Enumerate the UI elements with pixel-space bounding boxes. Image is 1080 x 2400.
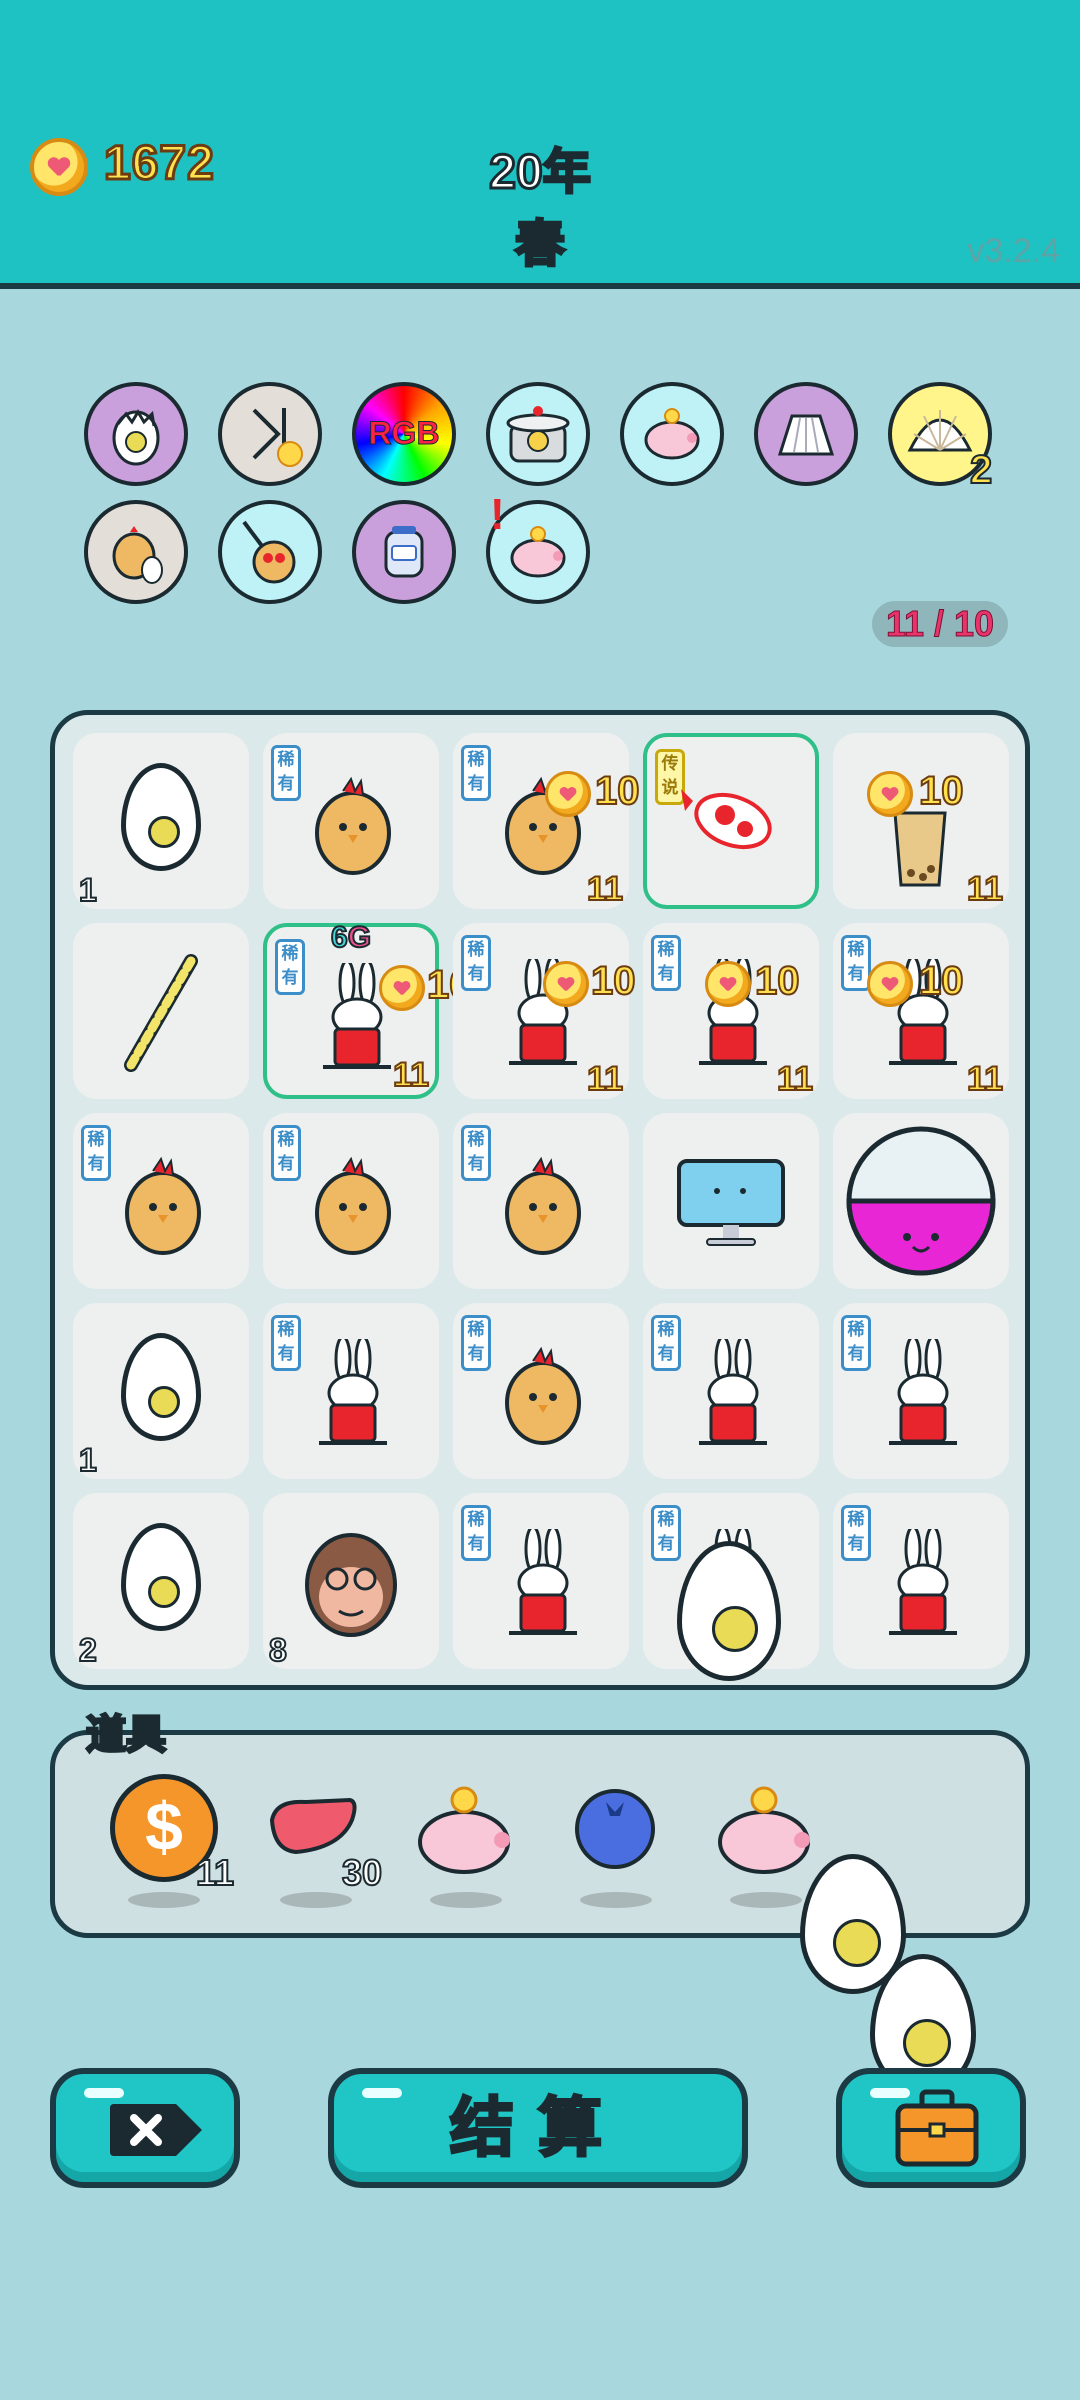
egg-count: 1 (78, 1441, 98, 1479)
slot-egg[interactable]: 1 (73, 1303, 249, 1479)
briefcase-icon (895, 2089, 979, 2167)
coin-bonus-value: 10 (590, 958, 636, 1004)
6g-label: 6G (330, 920, 372, 955)
slot-rabbit[interactable]: 稀有 10 11 (453, 923, 636, 1099)
settle-label: 结算 (449, 2091, 626, 2166)
slot-rabbit[interactable]: 稀有 (833, 1303, 1009, 1479)
relic-piggy-bank-icon[interactable] (620, 382, 724, 486)
piggy-bank-item-2-icon[interactable] (710, 1780, 820, 1880)
rare-tag: 稀有 (841, 1505, 871, 1561)
relic-chick-egg-icon[interactable] (84, 500, 188, 604)
season-label: 春 (514, 215, 567, 274)
slot-chicken[interactable]: 稀有 (453, 1303, 629, 1479)
coin-bonus-icon (867, 961, 913, 1007)
year-label: 20年 (488, 145, 592, 201)
coin-bonus-icon (867, 771, 913, 817)
items-title: 道具 (85, 1712, 168, 1759)
relic-rgb-icon[interactable]: RGB (352, 382, 456, 486)
relic-pot-chick-icon[interactable] (486, 382, 590, 486)
piggy-bank-item-icon[interactable] (410, 1780, 520, 1880)
slot-koi-fish[interactable]: 传说 (643, 733, 819, 909)
relic-counter: 11 / 10 (872, 601, 1008, 647)
slot-egg[interactable]: 2 (73, 1493, 249, 1669)
item-shadow (430, 1892, 502, 1908)
rare-tag: 稀有 (271, 1315, 301, 1371)
close-icon (110, 2104, 202, 2156)
close-button[interactable] (50, 2068, 240, 2188)
coin-bonus-value: 10 (918, 768, 964, 814)
coin-bonus-value: 10 (754, 958, 800, 1004)
alert-icon: ! (490, 490, 505, 539)
rare-tag: 稀有 (651, 1505, 681, 1561)
slot-rabbit[interactable]: 稀有 (263, 1303, 439, 1479)
slot-rabbit[interactable]: 稀有 (643, 1303, 819, 1479)
egg-count: 2 (78, 1631, 98, 1669)
top-bar: 1672 20年 春 v3.2.4 (0, 0, 1080, 289)
relic-hatching-egg-icon[interactable] (84, 382, 188, 486)
inventory-button[interactable] (836, 2068, 1026, 2188)
settle-button[interactable]: 结算 (328, 2068, 748, 2188)
slot-count: 11 (966, 869, 1004, 909)
coin-bonus-icon (543, 961, 589, 1007)
slot-chicken[interactable]: 稀有 (453, 1113, 629, 1289)
slot-rabbit[interactable]: 稀有 (643, 1493, 819, 1681)
coin-bonus-icon (545, 771, 591, 817)
rare-tag: 稀有 (841, 1315, 871, 1371)
slot-egg[interactable]: 1 (73, 733, 249, 909)
slot-rabbit[interactable]: 稀有 10 11 (833, 923, 1009, 1099)
blueberry-item-icon[interactable] (570, 1782, 660, 1872)
relic-jar-icon[interactable] (352, 500, 456, 604)
item-shadow (128, 1892, 200, 1908)
svg-text:RGB: RGB (368, 415, 439, 451)
slot-count: 11 (776, 1059, 814, 1099)
slot-rabbit[interactable]: 稀有 6G 10 11 (263, 920, 472, 1099)
slot-monkey[interactable]: 8 (263, 1493, 439, 1669)
item-shadow (580, 1892, 652, 1908)
slot-computer[interactable] (643, 1113, 819, 1289)
slot-chicken[interactable]: 稀有 (263, 1113, 439, 1289)
coin-bonus-value: 10 (594, 768, 640, 814)
slot-bubble-tea[interactable]: 10 11 (833, 733, 1009, 909)
slot-chicken[interactable]: 稀有 (263, 733, 439, 909)
slot-rabbit[interactable]: 稀有 10 11 (643, 923, 819, 1099)
relic-skirt-icon[interactable] (754, 382, 858, 486)
item-shadow (730, 1892, 802, 1908)
slot-count: 11 (586, 1059, 624, 1099)
item-shadow (280, 1892, 352, 1908)
coin-bonus-icon (705, 961, 751, 1007)
slot-chicken[interactable]: 稀有 (73, 1113, 249, 1289)
rare-tag: 稀有 (275, 939, 305, 995)
monkey-count: 8 (268, 1631, 288, 1669)
slot-gacha-capsule[interactable] (833, 1113, 1009, 1289)
rare-tag: 稀有 (461, 1505, 491, 1561)
slot-rabbit[interactable]: 稀有 (833, 1493, 1009, 1669)
slot-straw[interactable] (73, 923, 249, 1099)
slot-rabbit[interactable]: 稀有 (453, 1493, 629, 1669)
rare-tag: 稀有 (461, 935, 491, 991)
egg-count: 1 (78, 871, 98, 909)
header-divider (0, 284, 1080, 288)
slot-count: 11 (586, 869, 624, 909)
shell-count: 2 (969, 447, 993, 493)
relic-skip-arrow-icon[interactable] (218, 382, 322, 486)
rare-tag: 稀有 (651, 935, 681, 991)
slot-count: 11 (966, 1059, 1004, 1099)
coin-icon (30, 138, 88, 196)
rare-tag: 稀有 (651, 1315, 681, 1371)
coin-balance: 1672 (103, 136, 216, 192)
coin-bonus-icon (379, 965, 425, 1011)
version-label: v3.2.4 (967, 232, 1060, 270)
slot-count: 11 (392, 1055, 430, 1095)
liver-item-count: 30 (341, 1851, 383, 1894)
slot-chicken[interactable]: 稀有 10 11 (453, 733, 640, 909)
relic-syringe-chick-icon[interactable] (218, 500, 322, 604)
game-board: 1 稀有 稀有 10 11 传说 10 11 稀有 6G 10 11 稀有 10… (50, 710, 1030, 1690)
coin-bonus-value: 10 (918, 958, 964, 1004)
coin-item-count: 11 (195, 1851, 235, 1894)
